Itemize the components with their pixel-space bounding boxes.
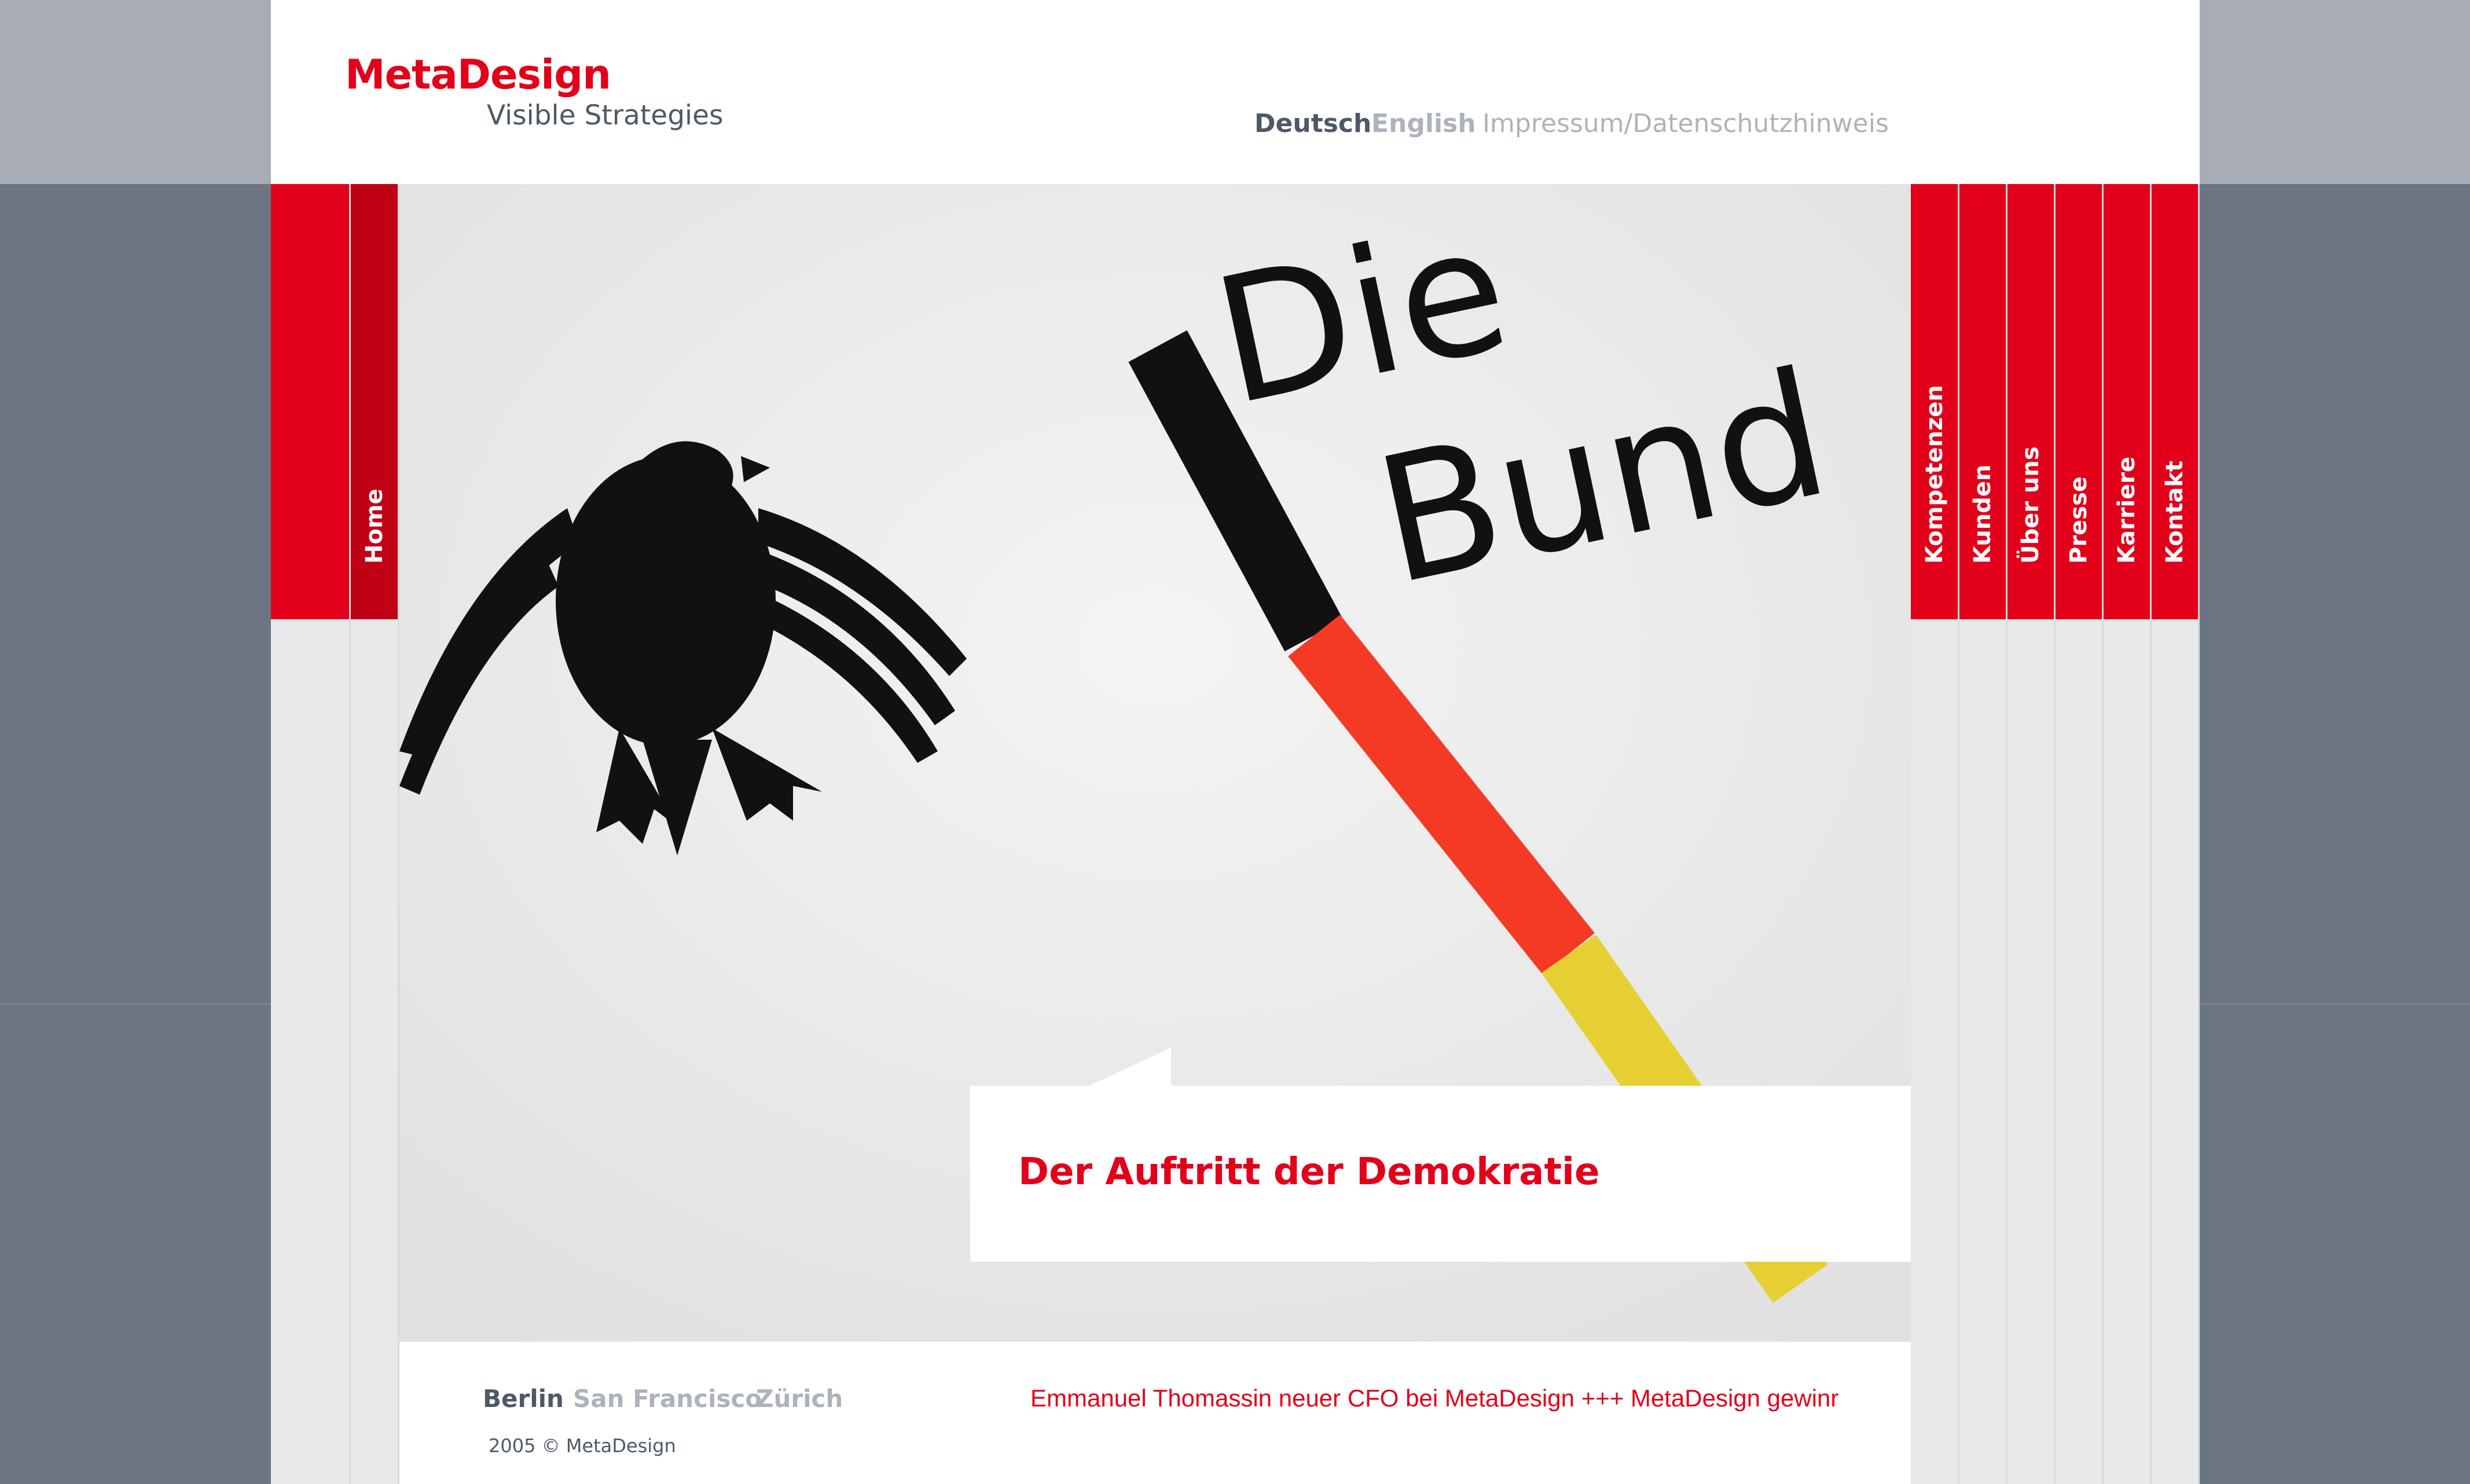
imprint-link[interactable]: Impressum/Datenschutzhinweis [1482,109,1889,138]
brand-tagline: Visible Strategies [487,100,724,131]
brand-logo[interactable]: MetaDesign [345,51,611,98]
nav-item-karriere[interactable]: Karriere [2104,184,2152,1484]
nav-ueber-uns-tab: Über uns [2007,184,2054,619]
left-deco-red-block [271,184,349,619]
nav-presse-label: Presse [2065,476,2092,564]
city-san-francisco-link[interactable]: San Francisco [573,1384,762,1413]
nav-item-home[interactable]: Home [351,184,399,1484]
nav-karriere-tab: Karriere [2104,184,2150,619]
caption-pointer [1084,1048,1171,1088]
lang-english-link[interactable]: English [1371,109,1476,138]
left-deco-column [271,184,351,1484]
news-ticker[interactable]: Emmanuel Thomassin neuer CFO bei MetaDes… [1030,1384,1907,1419]
nav-kunden-tab: Kunden [1959,184,2006,619]
nav-karriere-label: Karriere [2113,456,2140,564]
nav-home-tab: Home [351,184,398,619]
city-zurich-link[interactable]: Zürich [756,1384,843,1413]
nav-item-kompetenzen[interactable]: Kompetenzen [1911,184,1959,1484]
nav-home-label: Home [361,488,388,564]
nav-ueber-uns-label: Über uns [2017,446,2044,564]
nav-item-kontakt[interactable]: Kontakt [2152,184,2200,1484]
nav-item-ueber-uns[interactable]: Über uns [2007,184,2056,1484]
nav-kontakt-tab: Kontakt [2152,184,2198,619]
nav-kunden-label: Kunden [1969,464,1996,564]
lang-deutsch-link[interactable]: Deutsch [1254,109,1371,138]
copyright-text: 2005 © MetaDesign [489,1435,676,1457]
nav-item-kunden[interactable]: Kunden [1959,184,2007,1484]
nav-presse-tab: Presse [2056,184,2102,619]
nav-kontakt-label: Kontakt [2161,460,2188,564]
hero-caption-text[interactable]: Der Auftritt der Demokratie [1018,1151,1599,1193]
nav-item-presse[interactable]: Presse [2056,184,2104,1484]
city-berlin-link[interactable]: Berlin [483,1384,564,1413]
nav-kompetenzen-tab: Kompetenzen [1911,184,1958,619]
page-container: MetaDesign Visible Strategies Deutsch En… [271,0,2200,1484]
nav-kompetenzen-label: Kompetenzen [1921,385,1948,564]
